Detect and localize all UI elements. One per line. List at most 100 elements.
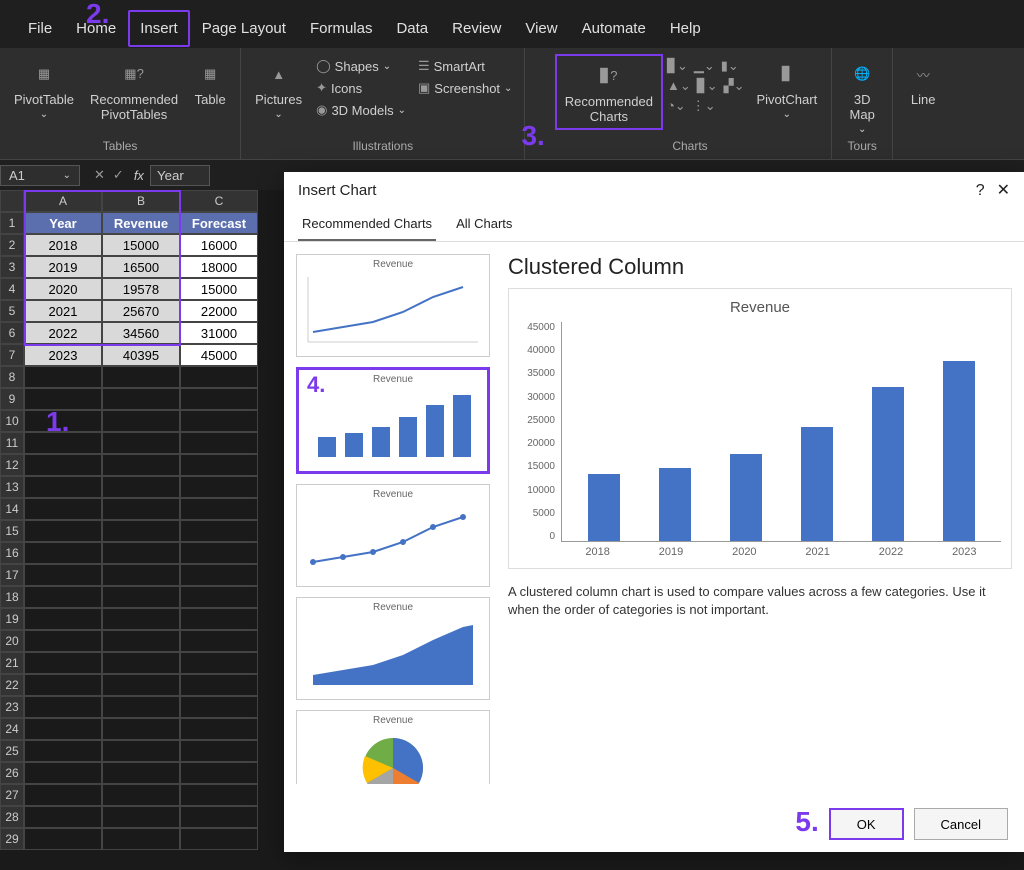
name-box[interactable]: A1⌄ (0, 165, 80, 186)
cell[interactable] (180, 366, 258, 388)
cell[interactable]: 2019 (24, 256, 102, 278)
cell[interactable] (180, 674, 258, 696)
row-header[interactable]: 5 (0, 300, 24, 322)
tab-help[interactable]: Help (658, 10, 713, 47)
row-header[interactable]: 21 (0, 652, 24, 674)
bar-chart-icon[interactable]: ▊⌄ (667, 58, 688, 74)
cell[interactable] (24, 366, 102, 388)
row-header[interactable]: 13 (0, 476, 24, 498)
cell[interactable]: 19578 (102, 278, 180, 300)
cell[interactable]: 31000 (180, 322, 258, 344)
cell[interactable] (24, 740, 102, 762)
cell[interactable]: 18000 (180, 256, 258, 278)
row-header[interactable]: 2 (0, 234, 24, 256)
cell[interactable] (102, 498, 180, 520)
row-header[interactable]: 12 (0, 454, 24, 476)
row-header[interactable]: 15 (0, 520, 24, 542)
cell[interactable] (102, 366, 180, 388)
cell[interactable] (24, 608, 102, 630)
cell[interactable] (102, 718, 180, 740)
row-header[interactable]: 29 (0, 828, 24, 850)
cell[interactable] (24, 784, 102, 806)
screenshot-button[interactable]: ▣Screenshot⌄ (418, 80, 512, 96)
row-header[interactable]: 16 (0, 542, 24, 564)
row-header[interactable]: 6 (0, 322, 24, 344)
cell[interactable]: 2018 (24, 234, 102, 256)
cell[interactable] (180, 388, 258, 410)
cell[interactable] (180, 762, 258, 784)
cell[interactable] (102, 388, 180, 410)
row-header[interactable]: 10 (0, 410, 24, 432)
cell[interactable] (102, 696, 180, 718)
row-header[interactable]: 1 (0, 212, 24, 234)
tab-review[interactable]: Review (440, 10, 513, 47)
cell[interactable] (102, 630, 180, 652)
pictures-button[interactable]: ▲Pictures⌄ (247, 54, 310, 124)
icons-button[interactable]: ✦Icons (316, 80, 406, 96)
pivotchart-button[interactable]: ▊PivotChart⌄ (749, 54, 826, 124)
select-all-corner[interactable] (0, 190, 24, 212)
cell[interactable] (102, 454, 180, 476)
cell[interactable] (24, 828, 102, 850)
tab-formulas[interactable]: Formulas (298, 10, 385, 47)
ok-button[interactable]: OK (829, 808, 904, 840)
cell[interactable] (24, 718, 102, 740)
cell[interactable] (24, 498, 102, 520)
cell[interactable]: Year (24, 212, 102, 234)
cell[interactable] (102, 828, 180, 850)
fx-icon[interactable]: fx (134, 168, 144, 183)
row-header[interactable]: 24 (0, 718, 24, 740)
cell[interactable] (102, 542, 180, 564)
cell[interactable] (180, 432, 258, 454)
cell[interactable]: 15000 (102, 234, 180, 256)
cell[interactable]: 22000 (180, 300, 258, 322)
row-header[interactable]: 4 (0, 278, 24, 300)
close-icon[interactable]: ✕ (997, 182, 1010, 199)
combo-chart-icon[interactable]: ▞⌄ (724, 78, 745, 94)
cell[interactable] (102, 432, 180, 454)
cell[interactable] (180, 410, 258, 432)
cell[interactable] (180, 784, 258, 806)
row-header[interactable]: 22 (0, 674, 24, 696)
line-sparkline-button[interactable]: 〰Line (899, 54, 947, 111)
cell[interactable] (180, 542, 258, 564)
cell[interactable]: 2022 (24, 322, 102, 344)
tab-data[interactable]: Data (384, 10, 440, 47)
cell[interactable]: 16000 (180, 234, 258, 256)
dialog-tab-all[interactable]: All Charts (452, 208, 516, 241)
col-header-c[interactable]: C (180, 190, 258, 212)
row-header[interactable]: 25 (0, 740, 24, 762)
enter-icon[interactable]: ✓ (113, 167, 124, 183)
cell[interactable] (24, 520, 102, 542)
cell[interactable] (180, 520, 258, 542)
cell[interactable] (180, 828, 258, 850)
area-chart-icon[interactable]: ▲⌄ (667, 78, 691, 94)
row-header[interactable]: 14 (0, 498, 24, 520)
cell[interactable] (102, 564, 180, 586)
tab-view[interactable]: View (513, 10, 569, 47)
cell[interactable]: 40395 (102, 344, 180, 366)
tab-file[interactable]: File (16, 10, 64, 47)
cell[interactable] (180, 718, 258, 740)
row-header[interactable]: 23 (0, 696, 24, 718)
cell[interactable] (180, 608, 258, 630)
cell[interactable]: 2021 (24, 300, 102, 322)
cell[interactable] (102, 762, 180, 784)
cell[interactable] (102, 652, 180, 674)
cell[interactable] (24, 652, 102, 674)
row-header[interactable]: 20 (0, 630, 24, 652)
cell[interactable] (102, 520, 180, 542)
thumb-line-markers[interactable]: Revenue (296, 484, 490, 587)
cell[interactable] (180, 476, 258, 498)
cell[interactable] (180, 498, 258, 520)
cell[interactable]: Revenue (102, 212, 180, 234)
3d-map-button[interactable]: 🌐3D Map⌄ (838, 54, 886, 139)
cell[interactable]: 45000 (180, 344, 258, 366)
cell[interactable] (102, 674, 180, 696)
3d-models-button[interactable]: ◉3D Models⌄ (316, 102, 406, 118)
row-header[interactable]: 8 (0, 366, 24, 388)
cell[interactable] (102, 476, 180, 498)
recommended-pivottables-button[interactable]: ▦?Recommended PivotTables (82, 54, 186, 126)
cell[interactable]: 2023 (24, 344, 102, 366)
cell[interactable] (102, 586, 180, 608)
